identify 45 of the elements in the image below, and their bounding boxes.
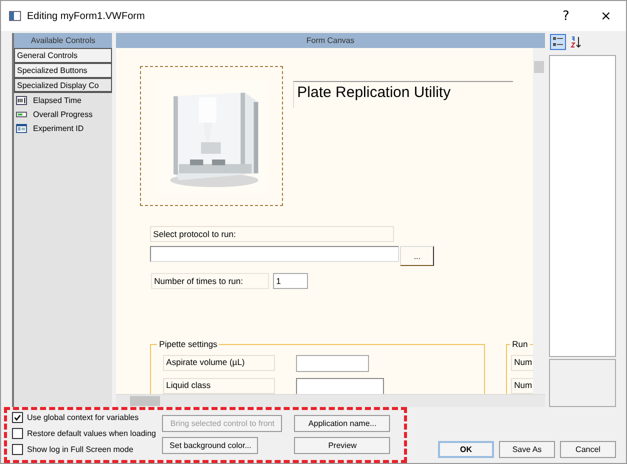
sort-button[interactable] <box>568 34 584 50</box>
horizontal-scrollbar[interactable] <box>116 394 545 407</box>
group-legend: Pipette settings <box>157 339 220 349</box>
field-label: Liquid class <box>163 378 276 394</box>
checkbox[interactable] <box>12 412 23 423</box>
window-title: Editing myForm1.VWForm <box>27 10 145 22</box>
close-button[interactable]: × <box>586 2 626 30</box>
categorized-view-button[interactable] <box>550 34 566 50</box>
field-label: Aspirate volume (µL) <box>163 355 276 371</box>
description-pane <box>548 359 616 407</box>
dialog-button[interactable]: Cancel <box>560 441 616 458</box>
checkbox-label[interactable]: Restore default values when loading <box>27 429 156 438</box>
control-item[interactable]: Elapsed Time <box>33 96 82 104</box>
dialog-button[interactable]: OK <box>438 441 494 458</box>
protocol-field[interactable] <box>150 246 400 262</box>
form-icon <box>16 124 27 132</box>
group-button[interactable]: General Controls <box>14 48 112 63</box>
field-label: Select protocol to run: <box>150 226 394 242</box>
field-label: Number of times to run: <box>151 273 270 289</box>
checkbox-label[interactable]: Show log in Full Screen mode <box>27 445 134 454</box>
group-button[interactable]: Specialized Buttons <box>14 63 112 78</box>
input-field[interactable] <box>296 355 370 372</box>
control-item[interactable]: Overall Progress <box>33 110 93 118</box>
checkbox-label[interactable]: Use global context for variables <box>27 413 139 422</box>
form-title: Plate Replication Utility <box>293 81 514 108</box>
group-button[interactable]: Specialized Display Co <box>14 78 112 93</box>
canvas-header: Form Canvas <box>116 33 545 48</box>
checkbox[interactable] <box>12 428 23 439</box>
runs-field[interactable]: 1 <box>273 273 308 289</box>
form-button[interactable]: Preview <box>294 437 390 454</box>
form-button[interactable]: Set background color... <box>162 437 258 454</box>
group-legend: Run <box>510 339 530 349</box>
field-label: Num <box>511 378 533 394</box>
field-label: Num <box>511 355 533 371</box>
browse-button[interactable]: ... <box>400 246 434 266</box>
progress-bar-icon <box>16 110 27 118</box>
help-button[interactable]: ? <box>546 2 586 30</box>
form-button[interactable]: Application name... <box>294 415 390 432</box>
panel-header: Available Controls <box>14 33 112 48</box>
textbox-icon <box>16 96 27 104</box>
window-icon <box>9 11 21 21</box>
dropdown-field[interactable] <box>296 378 384 394</box>
dialog-button[interactable]: Save As <box>499 441 555 458</box>
control-item[interactable]: Experiment ID <box>33 124 84 132</box>
checkbox[interactable] <box>12 444 23 455</box>
